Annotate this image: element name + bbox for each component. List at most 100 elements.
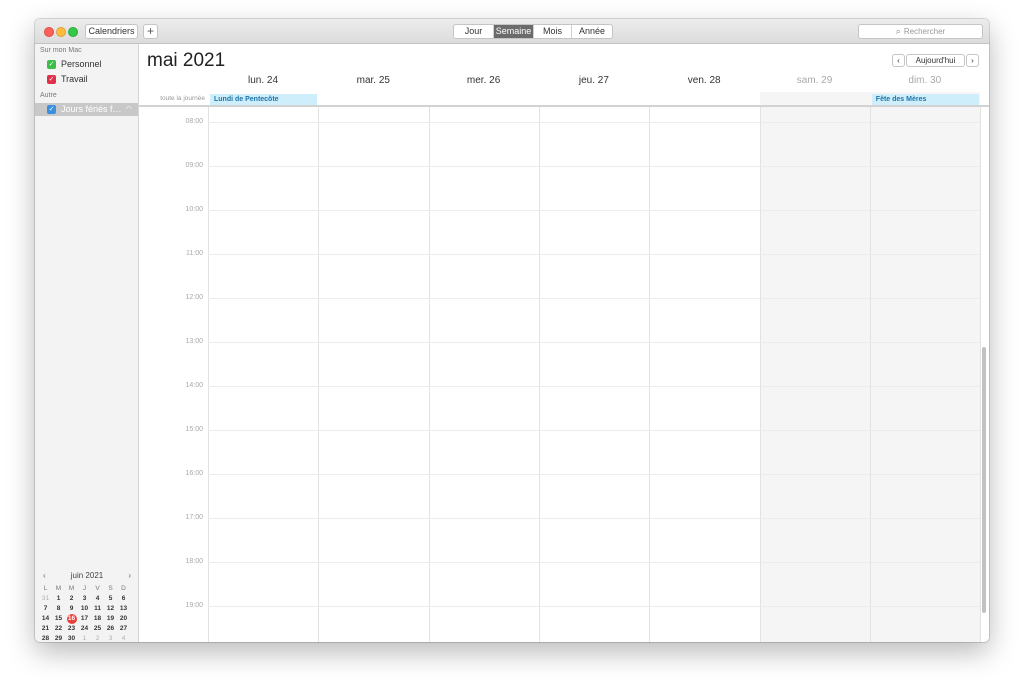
vertical-scrollbar[interactable] <box>982 347 986 613</box>
mini-day-number: 17 <box>80 615 89 622</box>
hour-label: 18:00 <box>185 558 203 565</box>
page-title: mai 2021 <box>147 50 226 71</box>
day-header[interactable]: jeu. 27 <box>539 75 649 86</box>
subscription-icon: ◠ <box>125 106 132 113</box>
mini-weekday: J <box>82 585 87 592</box>
mini-day[interactable]: 1 <box>52 594 65 604</box>
mini-day[interactable]: 29 <box>52 634 65 642</box>
mini-day[interactable]: 18 <box>91 614 104 624</box>
mini-day[interactable]: 11 <box>91 604 104 614</box>
calendar-label: Jours fériés f… <box>61 104 122 114</box>
day-column-divider <box>980 107 982 642</box>
mini-day[interactable]: 5 <box>104 594 117 604</box>
mini-day[interactable]: 7 <box>39 604 52 614</box>
mini-calendar-grid: L M M J V S D 31 1 2 3 4 5 6 7 8 9 10 11 12 13 14 15 16 17 18 19 20… <box>35 584 139 642</box>
day-header[interactable]: mer. 26 <box>429 75 539 86</box>
mini-day[interactable]: 6 <box>117 594 130 604</box>
mini-day-number: 15 <box>54 615 63 622</box>
mini-day[interactable]: 17 <box>78 614 91 624</box>
add-event-button[interactable]: + <box>143 24 158 39</box>
mini-day-number: 23 <box>67 625 76 632</box>
calendar-label: Personnel <box>61 59 102 69</box>
mini-day[interactable]: 27 <box>117 624 130 634</box>
mini-day[interactable]: 4 <box>117 634 130 642</box>
mini-day[interactable]: 4 <box>91 594 104 604</box>
sidebar-calendar-item[interactable]: ✓ Jours fériés f… ◠ <box>35 103 138 116</box>
mini-day[interactable]: 15 <box>52 614 65 624</box>
mini-day[interactable]: 14 <box>39 614 52 624</box>
hour-label: 08:00 <box>185 118 203 125</box>
search-field[interactable]: ⌕ Rechercher <box>858 24 983 39</box>
all-day-event[interactable]: Fête des Mères <box>871 94 980 105</box>
mini-day-number: 10 <box>80 605 89 612</box>
view-tab-0[interactable]: Jour <box>454 25 494 38</box>
mini-day[interactable]: 12 <box>104 604 117 614</box>
mini-day[interactable]: 25 <box>91 624 104 634</box>
search-icon: ⌕ <box>895 26 901 36</box>
mini-day[interactable]: 16 <box>65 614 78 624</box>
mini-day[interactable]: 9 <box>65 604 78 614</box>
view-tab-2[interactable]: Mois <box>534 25 572 38</box>
mini-day[interactable]: 10 <box>78 604 91 614</box>
sidebar-section-title: Sur mon Mac <box>40 47 82 54</box>
mini-day[interactable]: 21 <box>39 624 52 634</box>
mini-day[interactable]: 19 <box>104 614 117 624</box>
mini-day-number: 31 <box>41 595 50 602</box>
hour-line <box>208 166 980 167</box>
day-header[interactable]: ven. 28 <box>649 75 759 86</box>
mini-day-number: 25 <box>93 625 102 632</box>
mini-day[interactable]: 2 <box>65 594 78 604</box>
calendar-checkbox[interactable]: ✓ <box>47 75 56 84</box>
day-header[interactable]: dim. 30 <box>870 75 980 86</box>
mini-day-number: 1 <box>82 635 87 642</box>
next-week-button[interactable]: › <box>966 54 979 67</box>
today-button[interactable]: Aujourd'hui <box>906 54 965 67</box>
day-header[interactable]: sam. 29 <box>760 75 870 86</box>
hour-label: 15:00 <box>185 426 203 433</box>
hour-line <box>208 562 980 563</box>
sidebar-calendar-item[interactable]: ✓ Travail <box>35 73 138 86</box>
mini-day-number: 5 <box>108 595 113 602</box>
mini-next-month-button[interactable]: › <box>128 568 131 584</box>
mini-day[interactable]: 1 <box>78 634 91 642</box>
previous-week-button[interactable]: ‹ <box>892 54 905 67</box>
mini-day[interactable]: 28 <box>39 634 52 642</box>
mini-prev-month-button[interactable]: ‹ <box>43 568 46 584</box>
mini-day[interactable]: 8 <box>52 604 65 614</box>
mini-day-number: 6 <box>121 595 126 602</box>
hour-line <box>208 430 980 431</box>
zoom-window-button[interactable] <box>68 27 78 37</box>
all-day-event[interactable]: Lundi de Pentecôte <box>210 94 318 105</box>
mini-day[interactable]: 2 <box>91 634 104 642</box>
view-tab-3[interactable]: Année <box>572 25 612 38</box>
day-header[interactable]: mar. 25 <box>318 75 428 86</box>
calendars-button[interactable]: Calendriers <box>85 24 138 39</box>
sidebar-calendar-item[interactable]: ✓ Personnel <box>35 58 138 71</box>
hour-line <box>208 254 980 255</box>
mini-day[interactable]: 26 <box>104 624 117 634</box>
mini-day[interactable]: 31 <box>39 594 52 604</box>
close-window-button[interactable] <box>44 27 54 37</box>
hour-line <box>208 474 980 475</box>
calendar-checkbox[interactable]: ✓ <box>47 105 56 114</box>
mini-day[interactable]: 22 <box>52 624 65 634</box>
minimize-window-button[interactable] <box>56 27 66 37</box>
mini-day[interactable]: 23 <box>65 624 78 634</box>
mini-day[interactable]: 30 <box>65 634 78 642</box>
time-grid[interactable]: 08:00 09:00 10:00 11:00 12:00 13:00 14:00 15:00… <box>139 107 989 642</box>
hour-line <box>208 122 980 123</box>
calendar-checkbox[interactable]: ✓ <box>47 60 56 69</box>
mini-day-number: 22 <box>54 625 63 632</box>
mini-day[interactable]: 3 <box>104 634 117 642</box>
day-header[interactable]: lun. 24 <box>208 75 318 86</box>
mini-day[interactable]: 24 <box>78 624 91 634</box>
hour-label: 14:00 <box>185 382 203 389</box>
view-tab-1[interactable]: Semaine <box>494 25 534 38</box>
mini-day[interactable]: 13 <box>117 604 130 614</box>
mini-day[interactable]: 3 <box>78 594 91 604</box>
mini-day-number: 18 <box>93 615 102 622</box>
mini-day-number: 2 <box>95 635 100 642</box>
mini-weekday: M <box>55 585 62 592</box>
mini-day[interactable]: 20 <box>117 614 130 624</box>
mini-day-number: 11 <box>94 605 101 612</box>
